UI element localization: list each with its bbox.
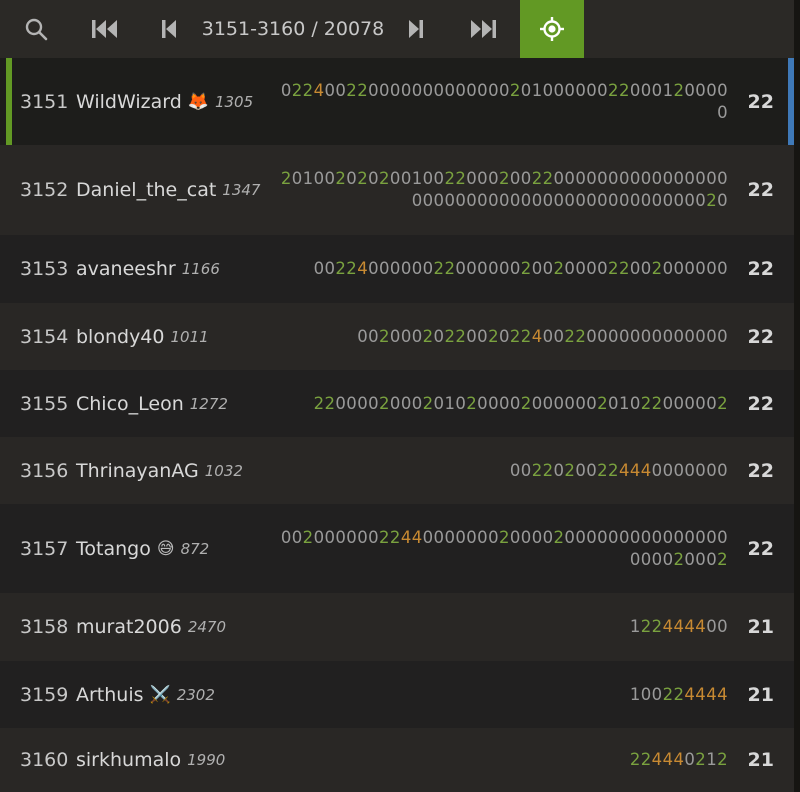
- username-link[interactable]: Daniel_the_cat: [76, 179, 216, 201]
- total-score: 21: [747, 683, 774, 706]
- rank: 3154: [20, 325, 69, 348]
- user-cell: Totango 😅 872: [76, 538, 209, 560]
- rating: 2470: [187, 618, 226, 636]
- leaderboard-row[interactable]: 3160 sirkhumalo 1990 224440212 21: [0, 728, 794, 792]
- score-streak: 0224002200000000000002010000002200012000…: [280, 80, 728, 122]
- rank: 3157: [20, 537, 69, 560]
- flair-icon: 🦊: [187, 91, 209, 112]
- leaderboard: 3151-3160 / 20078 3151 WildWizard 🦊 1305 022…: [0, 0, 794, 792]
- score-streak: 2010020202001002200020022000000000000000…: [280, 169, 728, 210]
- last-page-button[interactable]: [446, 0, 520, 58]
- leaderboard-row[interactable]: 3153 avaneeshr 1166 00224000000220000002002…: [0, 235, 794, 303]
- total-score: 22: [747, 325, 774, 348]
- rating: 1272: [189, 394, 228, 413]
- total-score: 22: [747, 537, 774, 560]
- score-streak: 224440212: [629, 750, 728, 769]
- rank: 3153: [20, 258, 69, 280]
- search-button[interactable]: [0, 0, 72, 58]
- rank: 3156: [20, 459, 69, 482]
- user-cell: WildWizard 🦊 1305: [76, 91, 253, 113]
- total-score: 21: [747, 616, 774, 638]
- score-streak: 0020000002244000000020000200000000000000…: [280, 527, 728, 569]
- leaderboard-row[interactable]: 3154 blondy40 1011 002000202200202240022000…: [0, 303, 794, 370]
- rating: 872: [180, 539, 210, 558]
- total-score: 22: [747, 179, 774, 201]
- total-score: 21: [747, 749, 774, 771]
- next-page-button[interactable]: [386, 0, 446, 58]
- user-cell: sirkhumalo 1990: [76, 749, 225, 771]
- rank: 3160: [20, 749, 69, 771]
- username-link[interactable]: Totango: [76, 538, 151, 560]
- username-link[interactable]: ThrinayanAG: [76, 460, 199, 482]
- leaderboard-row[interactable]: 3157 Totango 😅 872 0020000002244000000020000…: [0, 504, 794, 593]
- username-link[interactable]: blondy40: [76, 326, 165, 348]
- first-page-icon: [92, 19, 118, 39]
- user-cell: ThrinayanAG 1032: [76, 460, 243, 482]
- search-icon: [24, 17, 48, 41]
- first-page-button[interactable]: [72, 0, 138, 58]
- rating: 2302: [176, 685, 215, 704]
- page-range: 3151-3160 / 20078: [201, 18, 385, 40]
- pager-bar: 3151-3160 / 20078: [0, 0, 794, 58]
- total-score: 22: [747, 90, 774, 113]
- rating: 1990: [187, 751, 226, 769]
- rating: 1347: [222, 181, 261, 199]
- username-link[interactable]: murat2006: [76, 616, 182, 638]
- leaderboard-rows: 3151 WildWizard 🦊 1305 022400220000000000000…: [0, 58, 794, 792]
- username-link[interactable]: Chico_Leon: [76, 393, 184, 415]
- leaderboard-row[interactable]: 3156 ThrinayanAG 1032 00220200224440000000 2…: [0, 437, 794, 504]
- jump-to-me-button[interactable]: [520, 0, 584, 58]
- rank: 3152: [20, 179, 69, 201]
- rank: 3155: [20, 392, 69, 415]
- user-cell: Daniel_the_cat 1347: [76, 179, 260, 201]
- rating: 1011: [170, 327, 209, 346]
- rating: 1166: [181, 260, 220, 278]
- username-link[interactable]: sirkhumalo: [76, 749, 181, 771]
- flair-icon: ⚔️: [149, 684, 171, 705]
- user-cell: Arthuis ⚔️ 2302: [76, 684, 215, 706]
- username-link[interactable]: Arthuis: [76, 684, 144, 706]
- rating: 1032: [204, 461, 243, 480]
- leaderboard-row[interactable]: 3159 Arthuis ⚔️ 2302 100224444 21: [0, 661, 794, 728]
- total-score: 22: [747, 392, 774, 415]
- score-streak: 100224444: [629, 684, 728, 704]
- rank: 3158: [20, 616, 69, 638]
- score-streak: 122444400: [629, 617, 728, 636]
- score-streak: 00224000000220000002002000022002000000: [313, 259, 728, 278]
- last-page-icon: [470, 19, 496, 39]
- leaderboard-row[interactable]: 3152 Daniel_the_cat 1347 201002020200100220…: [0, 145, 794, 235]
- score-streak: 00220200224440000000: [509, 460, 728, 480]
- score-streak: 22000020002010200002000000201022000002: [313, 393, 728, 413]
- leaderboard-row[interactable]: 3151 WildWizard 🦊 1305 022400220000000000000…: [0, 58, 794, 145]
- user-cell: Chico_Leon 1272: [76, 393, 228, 415]
- score-streak: 0020002022002022400220000000000000: [357, 326, 728, 346]
- user-cell: murat2006 2470: [76, 616, 226, 638]
- rank: 3159: [20, 683, 69, 706]
- total-score: 22: [747, 258, 774, 280]
- user-cell: avaneeshr 1166: [76, 258, 220, 280]
- next-page-icon: [408, 19, 424, 39]
- previous-page-icon: [161, 19, 177, 39]
- leaderboard-row[interactable]: 3155 Chico_Leon 1272 2200002000201020000200…: [0, 370, 794, 437]
- rank: 3151: [20, 90, 69, 113]
- leaderboard-row[interactable]: 3158 murat2006 2470 122444400 21: [0, 593, 794, 661]
- previous-page-button[interactable]: [138, 0, 200, 58]
- flair-icon: 😅: [156, 538, 175, 559]
- username-link[interactable]: avaneeshr: [76, 258, 176, 280]
- rating: 1305: [214, 92, 254, 111]
- username-link[interactable]: WildWizard: [76, 91, 182, 113]
- total-score: 22: [747, 459, 774, 482]
- user-cell: blondy40 1011: [76, 326, 209, 348]
- target-icon: [539, 16, 565, 42]
